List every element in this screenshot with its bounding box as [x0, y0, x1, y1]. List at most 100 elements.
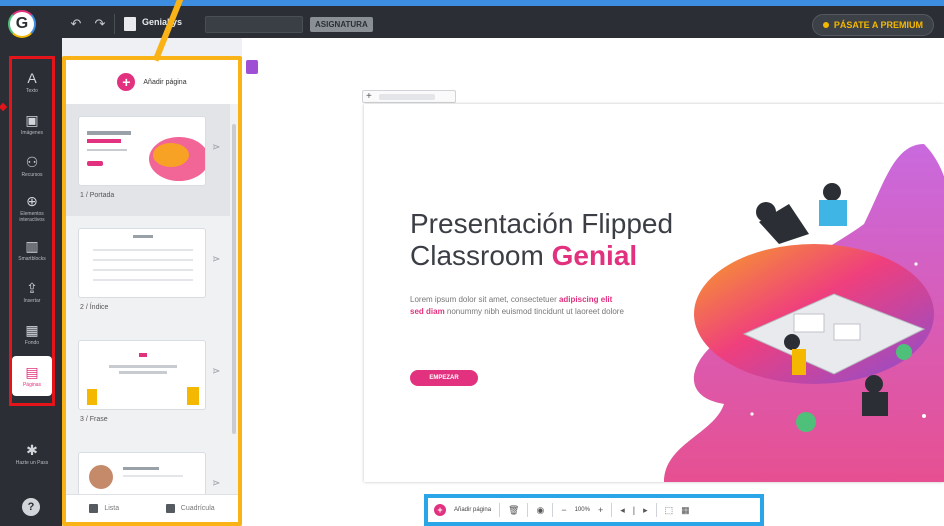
sidebar-item-label: Insertar — [23, 297, 41, 304]
page-indicator-icon: | — [632, 505, 636, 515]
sidebar-item-pages[interactable]: ▤ Páginas — [12, 356, 52, 396]
pages-icon: ▤ — [25, 363, 39, 380]
premium-button[interactable]: PÁSATE A PREMIUM — [811, 14, 934, 36]
smartblocks-icon: ▥ — [25, 237, 39, 254]
start-button[interactable]: EMPEZAR — [410, 370, 478, 386]
pass-icon: ✱ — [26, 441, 38, 458]
slide-canvas[interactable]: Presentación Flipped Classroom Genial Lo… — [364, 104, 944, 482]
sidebar-item-text[interactable]: A Texto — [12, 62, 52, 102]
sidebar-item-pass[interactable]: ✱ Hazte un Pass — [12, 434, 52, 474]
thumbnail-preview — [93, 235, 193, 281]
bottom-add-page-label[interactable]: Añadir página — [454, 507, 491, 513]
slide-title-line2: Classroom Genial — [410, 240, 673, 272]
person-head — [896, 344, 912, 360]
eye-icon[interactable]: ◉ — [536, 505, 544, 516]
sidebar-item-background[interactable]: ▦ Fondo — [12, 314, 52, 354]
plus-icon: + — [117, 73, 136, 91]
background-icon: ▦ — [25, 321, 39, 338]
toolbar-divider — [499, 503, 501, 517]
sidebar-item-resources[interactable]: ⚇ Recursos — [12, 146, 52, 186]
body-text-part: Lorem ipsum dolor sit amet, consectetuer — [410, 295, 559, 304]
next-page-icon[interactable]: ▸ — [643, 505, 648, 516]
panel-collapse-tab[interactable] — [246, 60, 258, 74]
zoom-level: 100% — [574, 507, 590, 513]
layout-icon[interactable]: ▦ — [681, 505, 690, 516]
redo-icon[interactable]: ↷ — [90, 14, 110, 34]
document-title[interactable]: Geniallys — [142, 17, 182, 27]
zoom-out-icon[interactable]: − — [561, 505, 566, 515]
slide-title[interactable]: Presentación Flipped Classroom Genial — [410, 208, 673, 272]
help-icon[interactable]: ? — [22, 498, 40, 516]
sidebar-item-label: Fondo — [24, 339, 40, 346]
page-list: ⋗ 1 / Portada ⋗ 2 / Índice ⋗ 3 / Frase ⋗ — [66, 104, 238, 494]
page-item[interactable]: ⋗ — [66, 440, 230, 494]
image-icon: ▣ — [25, 111, 39, 128]
page-item[interactable]: ⋗ 3 / Frase — [66, 328, 230, 440]
sidebar-item-insert[interactable]: ⇪ Insertar — [12, 272, 52, 312]
trash-icon[interactable]: 🗑 — [508, 505, 519, 516]
page-options-icon[interactable]: ⋗ — [212, 142, 224, 154]
plant-shape — [796, 412, 816, 432]
sidebar-item-smartblocks[interactable]: ▥ Smartblocks — [12, 230, 52, 270]
sparkle — [914, 262, 918, 266]
page-thumbnail[interactable] — [78, 452, 206, 494]
toolbar-divider — [552, 503, 554, 517]
person-head — [823, 183, 841, 201]
slide-toolbar-field[interactable] — [379, 94, 435, 100]
add-page-icon[interactable]: + — [434, 504, 446, 516]
sidebar-item-label: Hazte un Pass — [15, 459, 49, 466]
grid-view-button[interactable]: Cuadrícula — [165, 504, 215, 513]
sidebar-item-label: Imágenes — [21, 129, 43, 136]
page-label: 2 / Índice — [80, 304, 109, 311]
page-label: 1 / Portada — [80, 192, 115, 199]
add-page-button[interactable]: + Añadir página — [66, 60, 238, 104]
sidebar-item-label: Elementos interactivos — [19, 210, 45, 223]
add-element-icon[interactable]: + — [366, 91, 372, 103]
page-thumbnail[interactable] — [78, 116, 206, 186]
pages-panel: + Añadir página ⋗ 1 / Portada ⋗ 2 / Índi… — [62, 56, 242, 526]
sidebar-item-interactive[interactable]: ⊕ Elementos interactivos — [12, 188, 52, 228]
sidebar-item-label: Recursos — [21, 171, 43, 178]
undo-icon[interactable]: ↶ — [66, 14, 86, 34]
person-body — [792, 349, 806, 375]
sparkle — [750, 412, 754, 416]
person-body — [862, 392, 888, 416]
resources-icon: ⚇ — [25, 153, 39, 170]
list-view-icon — [89, 504, 99, 513]
person-head — [865, 375, 883, 393]
zoom-in-icon[interactable]: + — [598, 505, 603, 515]
subject-tag[interactable]: ASIGNATURA — [310, 17, 373, 32]
genially-logo[interactable]: G — [10, 12, 34, 36]
toolbar-divider — [114, 14, 115, 34]
toolbar-divider — [655, 503, 657, 517]
page-thumbnail[interactable] — [78, 228, 206, 298]
page-options-icon[interactable]: ⋗ — [212, 366, 224, 378]
sidebar-item-images[interactable]: ▣ Imágenes — [12, 104, 52, 144]
text-icon: A — [27, 69, 37, 86]
list-view-button[interactable]: Lista — [89, 504, 119, 513]
fit-screen-icon[interactable]: ⬚ — [665, 505, 674, 516]
add-page-label: Añadir página — [143, 78, 187, 86]
slide-title-plain: Classroom — [410, 240, 552, 271]
panel-footer: Lista Cuadrícula — [66, 494, 238, 522]
previous-page-icon[interactable]: ◂ — [620, 505, 625, 516]
page-options-icon[interactable]: ⋗ — [212, 478, 224, 490]
title-input[interactable] — [205, 16, 303, 33]
person-head — [784, 334, 800, 350]
bottom-toolbar: + Añadir página 🗑 ◉ − 100% + ◂ | ▸ ⬚ ▦ — [424, 494, 764, 526]
slide-body-text[interactable]: Lorem ipsum dolor sit amet, consectetuer… — [410, 294, 626, 318]
page-item[interactable]: ⋗ 2 / Índice — [66, 216, 230, 328]
page-options-icon[interactable]: ⋗ — [212, 254, 224, 266]
slide-toolbar[interactable]: + — [362, 90, 456, 103]
page-thumbnail[interactable] — [78, 340, 206, 410]
slide-illustration — [664, 144, 944, 482]
page-item[interactable]: ⋗ 1 / Portada — [66, 104, 230, 216]
sidebar-item-label: Smartblocks — [18, 255, 46, 262]
slide-title-accent: Genial — [551, 240, 638, 271]
grid-view-icon — [165, 504, 175, 513]
page-list-scrollbar[interactable] — [232, 124, 236, 434]
person-body — [819, 200, 847, 226]
tools-sidebar: A Texto ▣ Imágenes ⚇ Recursos ⊕ Elemento… — [0, 38, 62, 526]
insert-icon: ⇪ — [26, 279, 38, 296]
grid-view-label: Cuadrícula — [180, 505, 215, 512]
